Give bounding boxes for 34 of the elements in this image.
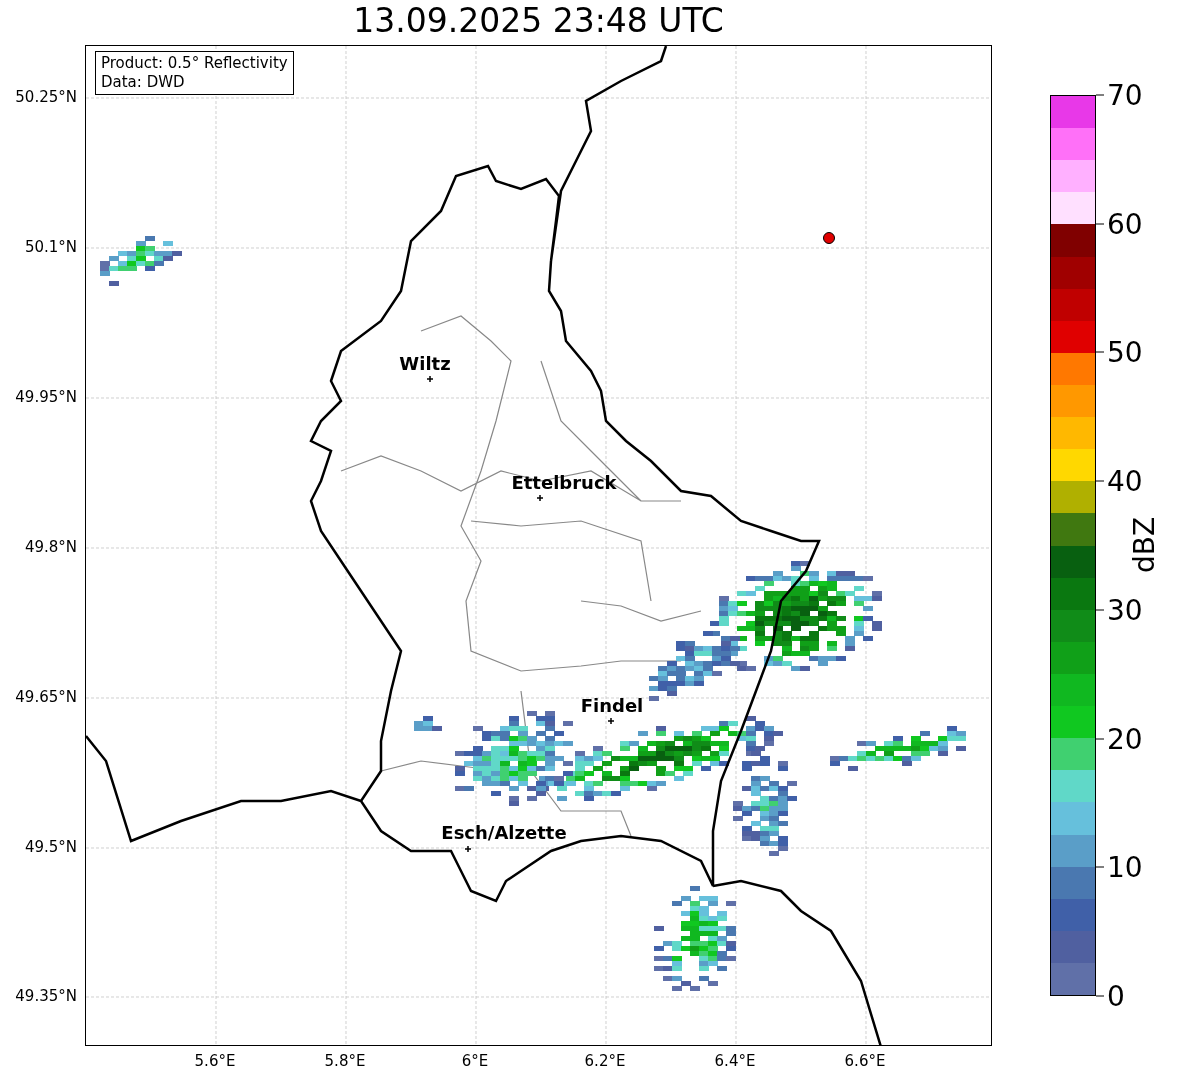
latitude-tick-label: 49.95°N (15, 388, 77, 406)
latitude-tick-label: 50.1°N (24, 238, 77, 256)
city-marker-icon (426, 375, 434, 383)
longitude-tick-label: 5.6°E (194, 1052, 236, 1070)
colorbar-tick-label: 0 (1107, 979, 1125, 1013)
colorbar-tick-label: 60 (1107, 207, 1143, 241)
city-label: Wiltz (399, 352, 451, 374)
longitude-tick-label: 6.6°E (844, 1052, 886, 1070)
colorbar-tick-label: 70 (1107, 78, 1143, 112)
latitude-tick-label: 49.5°N (24, 838, 77, 856)
colorbar-tick-label: 10 (1107, 850, 1143, 884)
colorbar-tick-label: 20 (1107, 722, 1143, 756)
info-text: Data: DWD (101, 73, 186, 92)
latitude-tick-label: 49.65°N (15, 688, 77, 706)
city-label: Ettelbruck (511, 471, 617, 493)
city-marker-icon (464, 845, 472, 853)
city-label: Esch/Alzette (441, 821, 567, 843)
city-marker-icon (607, 717, 615, 725)
info-text: Product: 0.5° Reflectivity (101, 54, 288, 73)
latitude-tick-label: 49.35°N (15, 987, 77, 1005)
city-label: Findel (580, 694, 644, 716)
radar-site-dot-icon (823, 232, 835, 244)
longitude-tick-label: 6.4°E (714, 1052, 756, 1070)
colorbar-label: dBZ (1127, 516, 1161, 574)
colorbar-tick-label: 50 (1107, 335, 1143, 369)
longitude-tick-label: 5.8°E (324, 1052, 366, 1070)
latitude-tick-label: 49.8°N (24, 538, 77, 556)
colorbar-tick-label: 40 (1107, 464, 1143, 498)
colorbar-tick-label: 30 (1107, 593, 1143, 627)
latitude-tick-label: 50.25°N (15, 88, 77, 106)
chart-title: 13.09.2025 23:48 UTC (352, 0, 725, 42)
longitude-tick-label: 6°E (461, 1052, 489, 1070)
longitude-tick-label: 6.2°E (584, 1052, 626, 1070)
city-marker-icon (536, 494, 544, 502)
